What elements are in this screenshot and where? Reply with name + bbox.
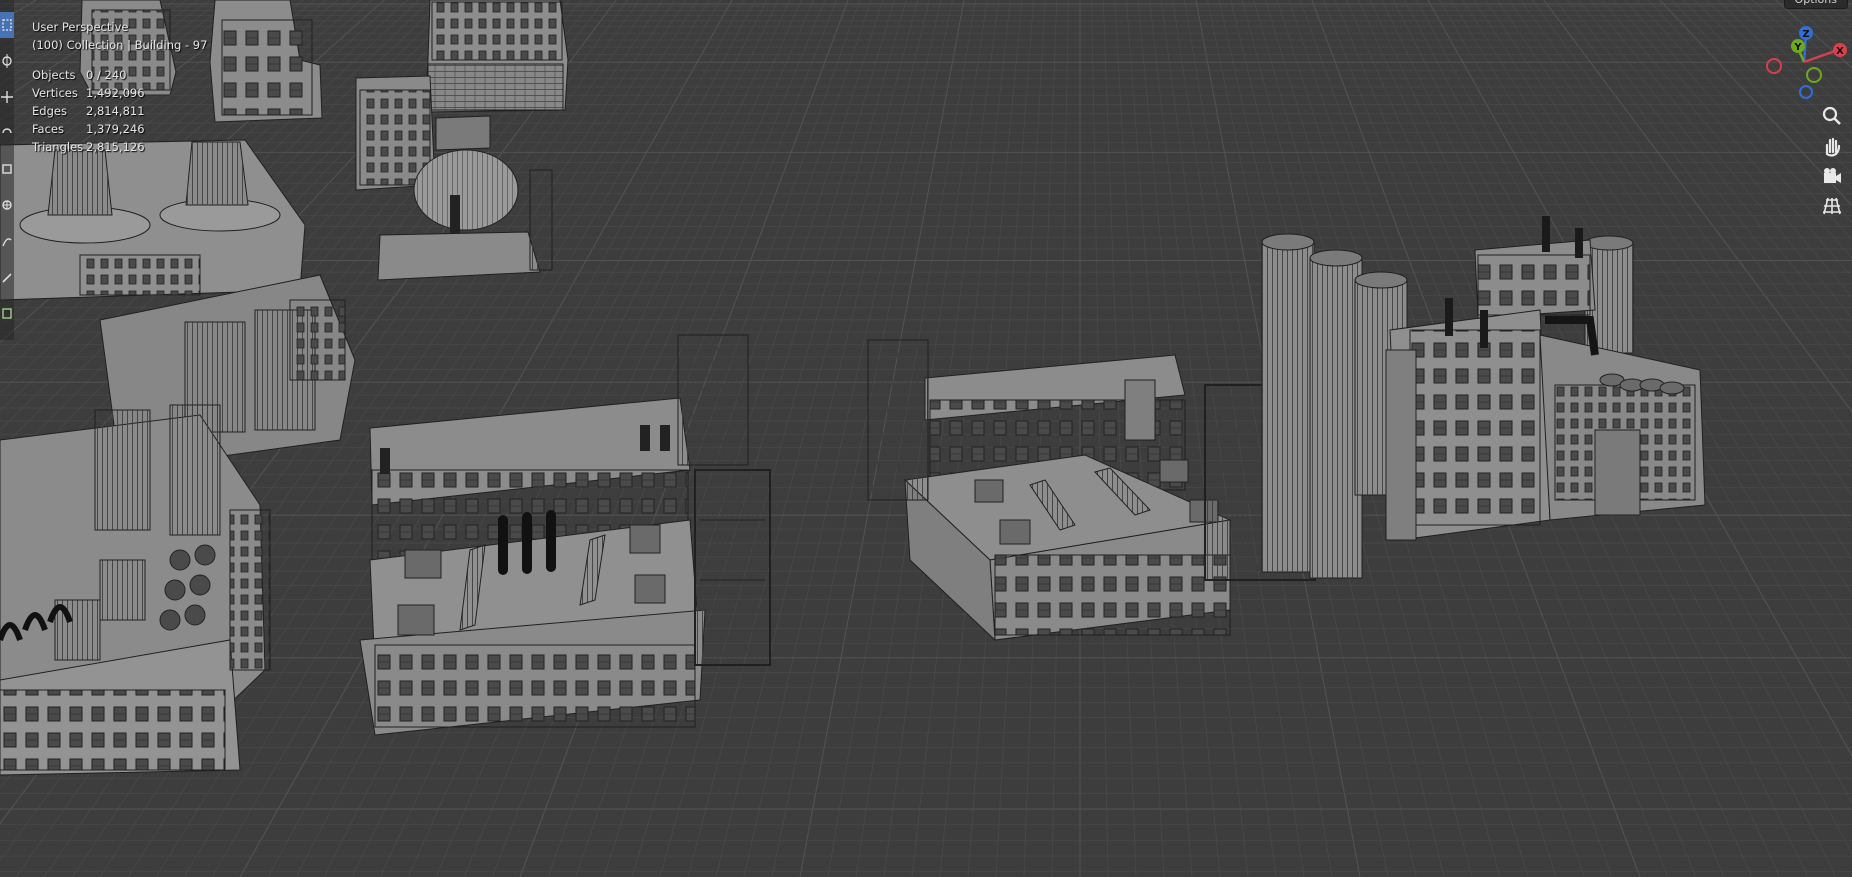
camera-icon (1824, 168, 1841, 183)
view-name: User Perspective (32, 20, 129, 34)
stat-value: 2,814,811 (86, 104, 145, 118)
ortho-toggle-button[interactable] (1818, 192, 1846, 220)
gizmo-x-axis-line (1803, 48, 1839, 64)
move-icon (1, 91, 13, 103)
add-cube-tool[interactable] (0, 300, 14, 326)
add-cube-icon (2, 308, 12, 319)
gizmo-neg-z-axis[interactable] (1799, 85, 1813, 99)
stat-label: Triangles (32, 140, 84, 154)
gizmo-neg-y-axis[interactable] (1806, 67, 1822, 83)
building-far-block (424, 0, 569, 113)
transform-icon (2, 200, 12, 210)
gizmo-neg-x-axis[interactable] (1766, 58, 1782, 74)
stat-value: 0 / 240 (86, 68, 127, 82)
zoom-button[interactable] (1818, 102, 1846, 130)
stat-row-faces: Faces 1,379,246 (32, 120, 207, 138)
center-main-building (359, 397, 706, 736)
annotate-icon (2, 238, 12, 247)
stat-value: 1,379,246 (86, 122, 145, 136)
ortho-grid-icon (1823, 197, 1841, 215)
stat-row-vertices: Vertices 1,492,096 (32, 84, 207, 102)
select-box-tool[interactable] (0, 12, 14, 38)
gizmo-x-label: X (1836, 46, 1844, 57)
pan-button[interactable] (1818, 132, 1846, 160)
stat-value: 2,815,126 (86, 140, 145, 154)
stat-row-edges: Edges 2,814,811 (32, 102, 207, 120)
rotate-icon (2, 128, 12, 134)
cooling-towers-building (0, 139, 306, 301)
building-top-center-tower (209, 0, 323, 123)
stat-row-triangles: Triangles 2,815,126 (32, 138, 207, 156)
gizmo-y-label: Y (1793, 42, 1802, 53)
left-toolbar (0, 0, 14, 340)
stat-label: Edges (32, 104, 67, 118)
right-center-building (867, 339, 1232, 642)
right-office-building (1385, 216, 1706, 541)
gizmo-z-label: Z (1802, 29, 1809, 40)
3d-viewport[interactable]: User Perspective (100) Collection | Buil… (0, 0, 1852, 877)
zoom-icon (1822, 106, 1841, 125)
scale-tool[interactable] (0, 156, 14, 182)
measure-icon (2, 273, 12, 283)
camera-view-button[interactable] (1818, 162, 1846, 190)
options-button[interactable]: Options (1783, 0, 1848, 9)
stat-label: Vertices (32, 86, 78, 100)
collection-info: (100) Collection | Building - 97 (32, 38, 208, 52)
navigation-gizmo[interactable]: Z Y X (1764, 20, 1848, 104)
stat-label: Faces (32, 122, 64, 136)
viewport-scene[interactable] (0, 0, 1852, 877)
scene-buildings (0, 0, 1706, 776)
transform-tool[interactable] (0, 192, 14, 218)
viewport-overlay-info: User Perspective (100) Collection | Buil… (32, 18, 207, 156)
stat-value: 1,492,096 (86, 86, 145, 100)
cursor-icon (2, 54, 12, 68)
cursor-tool[interactable] (0, 48, 14, 74)
stat-row-objects: Objects 0 / 240 (32, 66, 207, 84)
measure-tool[interactable] (0, 264, 14, 290)
rotate-tool[interactable] (0, 120, 14, 146)
annotate-tool[interactable] (0, 228, 14, 254)
stat-label: Objects (32, 68, 76, 82)
select-box-icon (2, 19, 12, 31)
scale-icon (2, 164, 12, 174)
scene-statistics: Objects 0 / 240 Vertices 1,492,096 Edges… (32, 66, 207, 156)
pan-hand-icon (1825, 137, 1841, 157)
left-foreground-plant (0, 404, 271, 776)
move-tool[interactable] (0, 84, 14, 110)
